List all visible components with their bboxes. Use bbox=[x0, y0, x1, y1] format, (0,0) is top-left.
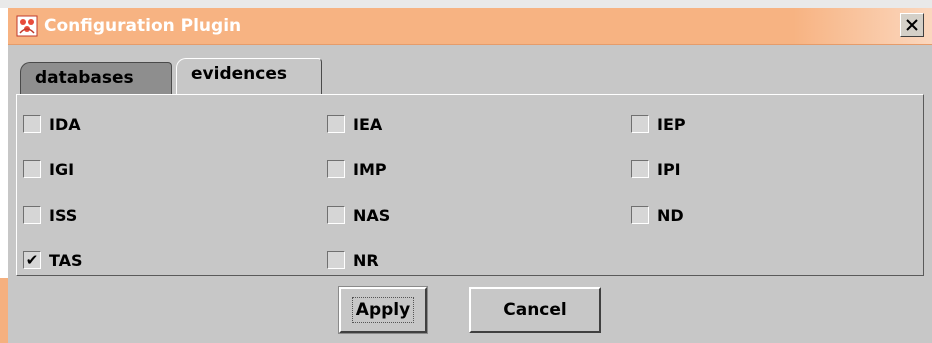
checkbox-box[interactable] bbox=[23, 206, 41, 224]
cancel-button[interactable]: Cancel bbox=[469, 287, 601, 333]
window-title: Configuration Plugin bbox=[44, 16, 242, 36]
configuration-dialog: Configuration Plugin databases evidences… bbox=[8, 8, 932, 343]
checkbox-box[interactable] bbox=[631, 206, 649, 224]
tab-databases[interactable]: databases bbox=[20, 62, 172, 94]
checkbox-box[interactable] bbox=[23, 115, 41, 133]
checkbox-tas[interactable]: ✔ TAS bbox=[23, 247, 83, 273]
checkbox-nr[interactable]: NR bbox=[327, 247, 379, 273]
evidences-panel: IDA IEA IEP IGI IMP IPI ISS NAS ND ✔ TAS… bbox=[16, 94, 924, 276]
checkbox-igi[interactable]: IGI bbox=[23, 156, 74, 182]
close-button[interactable] bbox=[900, 13, 924, 37]
title-bar[interactable]: Configuration Plugin bbox=[8, 8, 932, 45]
apply-button[interactable]: Apply bbox=[338, 286, 428, 334]
checkbox-label: IEA bbox=[353, 114, 383, 134]
background-window-strip bbox=[0, 0, 932, 8]
checkbox-imp[interactable]: IMP bbox=[327, 156, 387, 182]
apply-button-label: Apply bbox=[351, 297, 415, 323]
checkbox-box[interactable] bbox=[631, 160, 649, 178]
checkbox-label: NAS bbox=[353, 205, 391, 225]
checkbox-nas[interactable]: NAS bbox=[327, 202, 390, 228]
checkbox-nd[interactable]: ND bbox=[631, 202, 684, 228]
plugin-app-icon bbox=[16, 15, 38, 37]
checkbox-label: IDA bbox=[49, 114, 81, 134]
checkbox-ipi[interactable]: IPI bbox=[631, 156, 681, 182]
checkbox-box[interactable]: ✔ bbox=[23, 251, 41, 269]
checkbox-iss[interactable]: ISS bbox=[23, 202, 77, 228]
checkbox-label: IPI bbox=[657, 159, 681, 179]
checkbox-box[interactable] bbox=[327, 160, 345, 178]
checkbox-box[interactable] bbox=[631, 115, 649, 133]
checkbox-label: ND bbox=[657, 205, 684, 225]
checkbox-label: TAS bbox=[49, 250, 83, 270]
checkbox-label: NR bbox=[353, 250, 379, 270]
checkbox-box[interactable] bbox=[327, 206, 345, 224]
tab-evidences[interactable]: evidences bbox=[176, 58, 322, 94]
checkbox-box[interactable] bbox=[23, 160, 41, 178]
close-icon bbox=[906, 19, 918, 31]
checkbox-iep[interactable]: IEP bbox=[631, 111, 686, 137]
checkbox-iea[interactable]: IEA bbox=[327, 111, 382, 137]
checkbox-label: ISS bbox=[49, 205, 78, 225]
checkbox-label: IMP bbox=[353, 159, 387, 179]
checkmark-icon: ✔ bbox=[25, 251, 39, 269]
checkbox-box[interactable] bbox=[327, 115, 345, 133]
checkbox-label: IEP bbox=[657, 114, 686, 134]
checkbox-ida[interactable]: IDA bbox=[23, 111, 81, 137]
checkbox-label: IGI bbox=[49, 159, 75, 179]
checkbox-box[interactable] bbox=[327, 251, 345, 269]
